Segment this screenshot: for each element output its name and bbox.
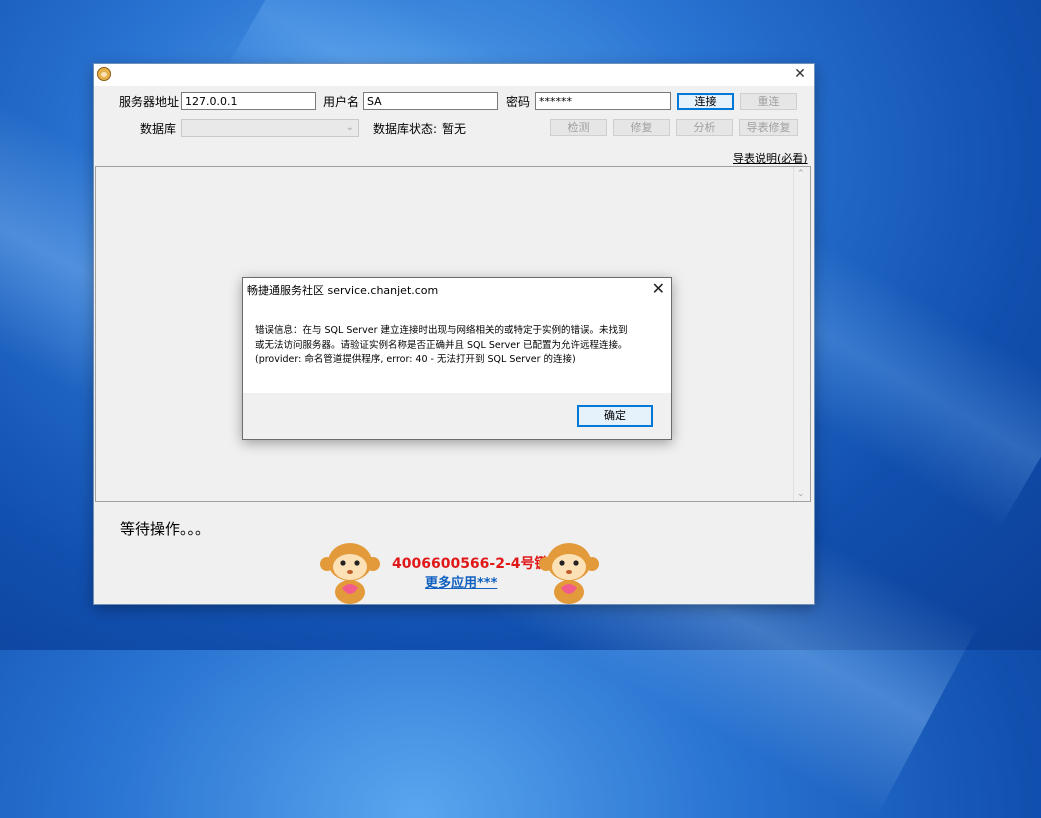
error-message-line: (provider: 命名管道提供程序, error: 40 - 无法打开到 S… [255, 354, 576, 365]
chevron-down-icon[interactable]: ⌄ [797, 489, 805, 499]
username-label: 用户名 [323, 95, 360, 109]
error-message: 错误信息：在与 SQL Server 建立连接时出现与网络相关的或特定于实例的错… [255, 324, 655, 368]
connect-button[interactable]: 连接 [677, 93, 734, 110]
database-label: 数据库 [140, 122, 177, 136]
username-input[interactable] [363, 92, 498, 110]
db-status-value: 暂无 [442, 122, 467, 136]
chevron-up-icon[interactable]: ⌃ [797, 169, 805, 179]
analyze-button[interactable]: 分析 [676, 119, 733, 136]
monkey-mascot-right [539, 543, 599, 604]
monkey-icon [97, 67, 111, 81]
import-repair-button[interactable]: 导表修复 [739, 119, 798, 136]
database-select[interactable]: ⌄ [181, 119, 359, 137]
error-message-line: 或无法访问服务器。请验证实例名称是否正确并且 SQL Server 已配置为允许… [255, 339, 628, 351]
monkey-mascot-left [320, 543, 380, 604]
import-help-link[interactable]: 导表说明(必看) [733, 150, 808, 166]
check-button[interactable]: 检测 [550, 119, 607, 136]
dialog-title-bar: 畅捷通服务社区 service.chanjet.com ✕ [243, 278, 671, 302]
close-icon[interactable]: ✕ [652, 280, 665, 298]
error-message-line: 错误信息：在与 SQL Server 建立连接时出现与网络相关的或特定于实例的错… [255, 325, 628, 336]
more-apps-link[interactable]: 更多应用*** [425, 572, 497, 591]
password-label: 密码 [506, 95, 531, 109]
close-icon[interactable]: ✕ [792, 66, 808, 82]
reconnect-button[interactable]: 重连 [740, 93, 797, 110]
password-input[interactable] [535, 92, 671, 110]
phone-number: 4006600566-2-4号键 [392, 556, 549, 572]
chevron-down-icon: ⌄ [345, 122, 354, 133]
server-input[interactable] [181, 92, 316, 110]
ok-button[interactable]: 确定 [577, 405, 653, 427]
server-label: 服务器地址 [119, 95, 180, 109]
dialog-title: 畅捷通服务社区 service.chanjet.com [247, 284, 439, 297]
dialog-body: 错误信息：在与 SQL Server 建立连接时出现与网络相关的或特定于实例的错… [243, 302, 671, 393]
error-dialog: 畅捷通服务社区 service.chanjet.com ✕ 错误信息：在与 SQ… [242, 277, 672, 440]
status-text: 等待操作。。。 [120, 520, 211, 538]
repair-button[interactable]: 修复 [613, 119, 670, 136]
db-status-label: 数据库状态: [373, 122, 438, 136]
title-bar: ✕ [94, 64, 814, 86]
vertical-scrollbar[interactable]: ⌃ ⌄ [793, 167, 810, 501]
